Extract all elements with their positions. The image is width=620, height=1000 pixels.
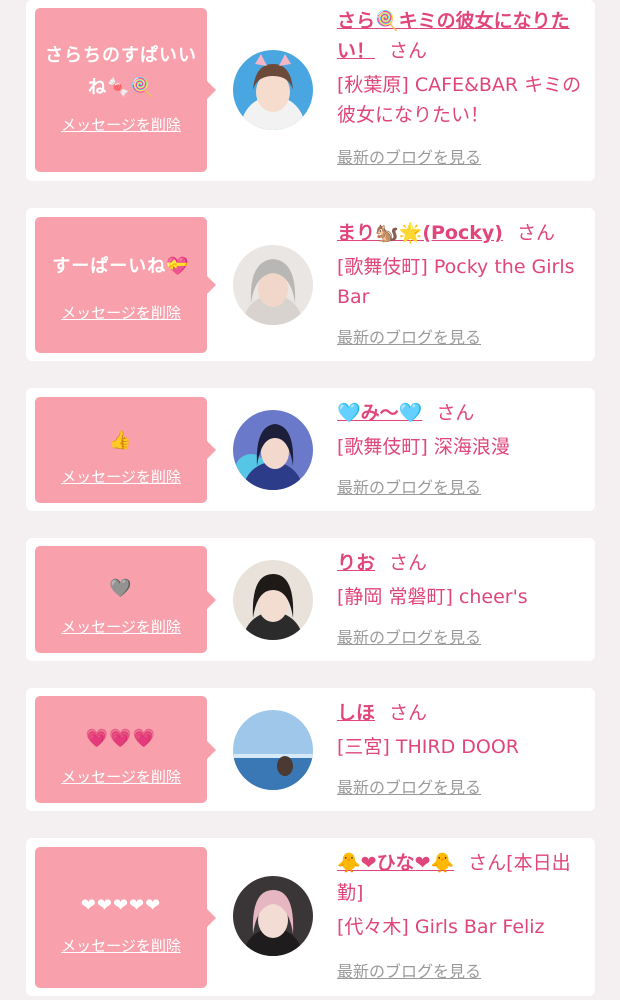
delete-message-link[interactable]: メッセージを削除 bbox=[35, 768, 207, 786]
latest-blog-link[interactable]: 最新のブログを見る bbox=[337, 962, 481, 982]
message-text: ❤❤❤❤❤ bbox=[80, 895, 162, 916]
cast-info: さら🍭キミの彼女になりたい！ さん [秋葉原] CAFE&BAR キミの彼女になり… bbox=[337, 6, 582, 130]
profile-photo-icon bbox=[233, 710, 313, 790]
shop-name: [歌舞伎町] 深海浪漫 bbox=[337, 436, 510, 458]
avatar[interactable] bbox=[233, 410, 313, 490]
shop-name: [静岡 常磐町] cheer's bbox=[337, 586, 528, 608]
shop-name: [三宮] THIRD DOOR bbox=[337, 736, 519, 758]
cast-name-link[interactable]: りお bbox=[337, 552, 375, 574]
cast-name-link[interactable]: さら🍭キミの彼女になりたい！ bbox=[337, 10, 570, 62]
delete-message-link[interactable]: メッセージを削除 bbox=[35, 937, 207, 955]
list-item: すーぱーいね💝 メッセージを削除 まり🐿️🌟(Pocky) さん [歌舞伎町] P… bbox=[26, 208, 595, 361]
profile-photo-icon bbox=[233, 410, 313, 490]
avatar[interactable] bbox=[233, 50, 313, 130]
avatar[interactable] bbox=[233, 876, 313, 956]
list-item: ❤❤❤❤❤ メッセージを削除 🐥❤ひな❤🐥 さん[本日出勤] [代々木] Girl… bbox=[26, 838, 595, 996]
list-item: 💗💗💗 メッセージを削除 しほ さん [三宮] THIRD DOOR 最新のブログ… bbox=[26, 688, 595, 811]
profile-photo-icon bbox=[233, 245, 313, 325]
latest-blog-link[interactable]: 最新のブログを見る bbox=[337, 148, 481, 168]
cast-info: りお さん [静岡 常磐町] cheer's bbox=[337, 548, 582, 612]
cast-info: 🐥❤ひな❤🐥 さん[本日出勤] [代々木] Girls Bar Feliz bbox=[337, 848, 582, 942]
avatar[interactable] bbox=[233, 245, 313, 325]
honorific: さん bbox=[389, 40, 428, 62]
list-item: 👍 メッセージを削除 🩵み〜🩵 さん [歌舞伎町] 深海浪漫 最新のブログを見る bbox=[26, 388, 595, 511]
list-item: さらちのすぱいいね🍬🍭 メッセージを削除 さら🍭キミの彼女になりたい！ さん [秋… bbox=[26, 0, 595, 181]
avatar[interactable] bbox=[233, 560, 313, 640]
cast-name-link[interactable]: しほ bbox=[337, 702, 375, 724]
message-text: 🩶 bbox=[109, 578, 133, 599]
message-text: さらちのすぱいいね🍬🍭 bbox=[45, 45, 197, 98]
cast-info: まり🐿️🌟(Pocky) さん [歌舞伎町] Pocky the Girls Ba… bbox=[337, 218, 582, 312]
cast-name-link[interactable]: 🐥❤ひな❤🐥 bbox=[337, 852, 454, 874]
latest-blog-link[interactable]: 最新のブログを見る bbox=[337, 778, 481, 798]
message-bubble: 💗💗💗 メッセージを削除 bbox=[35, 696, 216, 803]
profile-photo-icon bbox=[233, 50, 313, 130]
shop-name: [秋葉原] CAFE&BAR キミの彼女になりたい！ bbox=[337, 74, 582, 126]
latest-blog-link[interactable]: 最新のブログを見る bbox=[337, 328, 481, 348]
cast-info: 🩵み〜🩵 さん [歌舞伎町] 深海浪漫 bbox=[337, 398, 582, 462]
honorific: さん bbox=[516, 222, 555, 244]
list-item: 🩶 メッセージを削除 りお さん [静岡 常磐町] cheer's 最新のブログを… bbox=[26, 538, 595, 661]
delete-message-link[interactable]: メッセージを削除 bbox=[35, 304, 207, 322]
delete-message-link[interactable]: メッセージを削除 bbox=[35, 116, 207, 134]
honorific: さん bbox=[436, 402, 475, 424]
delete-message-link[interactable]: メッセージを削除 bbox=[35, 468, 207, 486]
shop-name: [代々木] Girls Bar Feliz bbox=[337, 916, 545, 938]
shop-name: [歌舞伎町] Pocky the Girls Bar bbox=[337, 256, 575, 308]
cast-info: しほ さん [三宮] THIRD DOOR bbox=[337, 698, 582, 762]
message-text: 💗💗💗 bbox=[85, 728, 157, 749]
honorific: さん bbox=[389, 552, 428, 574]
profile-photo-icon bbox=[233, 876, 313, 956]
cast-name-link[interactable]: まり🐿️🌟(Pocky) bbox=[337, 222, 503, 244]
avatar[interactable] bbox=[233, 710, 313, 790]
latest-blog-link[interactable]: 最新のブログを見る bbox=[337, 478, 481, 498]
message-text: 👍 bbox=[109, 430, 133, 451]
message-text: すーぱーいね💝 bbox=[52, 256, 190, 277]
message-bubble: 👍 メッセージを削除 bbox=[35, 397, 216, 503]
message-bubble: さらちのすぱいいね🍬🍭 メッセージを削除 bbox=[35, 8, 216, 172]
message-bubble: 🩶 メッセージを削除 bbox=[35, 546, 216, 653]
honorific: さん bbox=[389, 702, 428, 724]
delete-message-link[interactable]: メッセージを削除 bbox=[35, 618, 207, 636]
cast-name-link[interactable]: 🩵み〜🩵 bbox=[337, 402, 422, 424]
profile-photo-icon bbox=[233, 560, 313, 640]
latest-blog-link[interactable]: 最新のブログを見る bbox=[337, 628, 481, 648]
message-bubble: すーぱーいね💝 メッセージを削除 bbox=[35, 217, 216, 353]
message-bubble: ❤❤❤❤❤ メッセージを削除 bbox=[35, 847, 216, 988]
